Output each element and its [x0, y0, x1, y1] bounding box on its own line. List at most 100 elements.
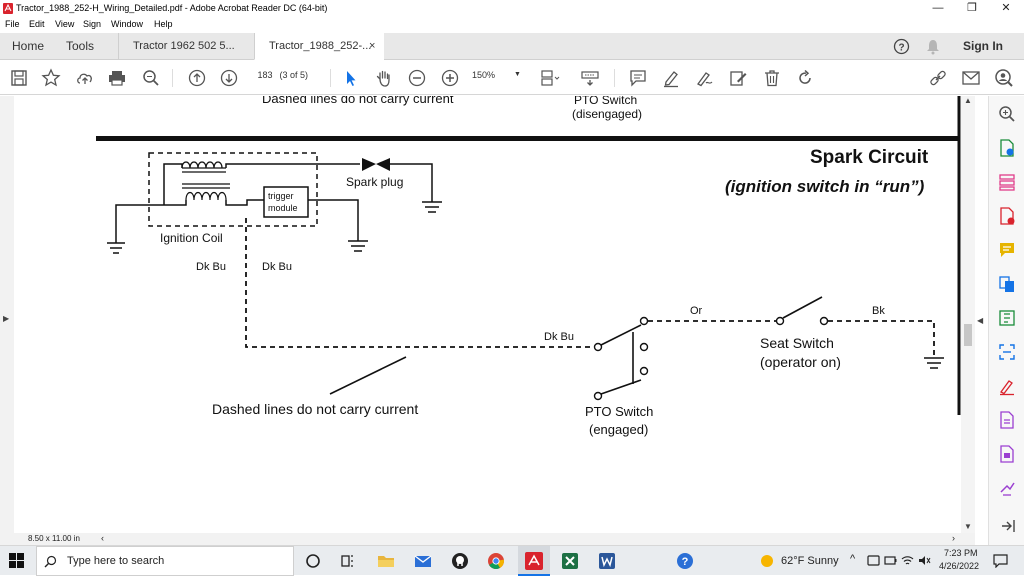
comment-tool-icon[interactable] — [997, 240, 1017, 260]
collapse-right-panel-icon[interactable]: ◀ — [977, 316, 983, 325]
menu-view[interactable]: View — [55, 19, 74, 29]
tray-chevron-up-icon[interactable]: ^ — [850, 553, 855, 565]
seat-switch-contact — [782, 296, 823, 319]
comment-icon[interactable] — [628, 68, 648, 88]
create-pdf-icon[interactable] — [997, 206, 1017, 226]
pto-switch-label: PTO Switch — [585, 404, 654, 419]
send-for-signature-icon[interactable] — [997, 444, 1017, 464]
tab-home[interactable]: Home — [12, 33, 44, 60]
previous-page-icon[interactable] — [187, 68, 207, 88]
scroll-up-icon[interactable]: ▲ — [964, 96, 972, 105]
github-icon[interactable] — [450, 551, 470, 571]
cortana-icon[interactable] — [303, 551, 323, 571]
tab-document-1[interactable]: Tractor 1962 502 5... — [118, 33, 253, 60]
hand-tool-icon[interactable] — [374, 68, 394, 88]
tab-document-2[interactable]: Tractor_1988_252-... × — [254, 33, 384, 60]
zoom-out-icon[interactable] — [407, 68, 427, 88]
ground-symbol-coil — [107, 242, 125, 254]
page-size-label: 8.50 x 11.00 in — [28, 534, 80, 543]
notifications-bell-icon[interactable] — [925, 38, 941, 55]
close-window-button[interactable]: ✕ — [986, 0, 1024, 17]
clock-time[interactable]: 7:23 PM — [944, 548, 978, 558]
share-link-icon[interactable] — [928, 68, 948, 88]
task-view-icon[interactable] — [338, 551, 358, 571]
weather-sun-icon — [761, 555, 773, 567]
windows-start-icon[interactable] — [9, 553, 24, 568]
window-title: Tractor_1988_252-H_Wiring_Detailed.pdf -… — [16, 3, 328, 13]
zoom-level-dropdown[interactable]: 150% ▼ — [472, 70, 524, 80]
page-count-label: (3 of 5) — [279, 70, 309, 80]
menu-sign[interactable]: Sign — [83, 19, 101, 29]
pto-switch-contact-lower — [600, 379, 642, 395]
weather-status[interactable]: 62°F Sunny — [781, 555, 839, 567]
toolbar: 183 (3 of 5) 150% ▼ — [0, 60, 1024, 95]
right-tools-panel — [988, 96, 1024, 545]
more-tools-icon[interactable] — [997, 478, 1017, 498]
email-icon[interactable] — [961, 68, 981, 88]
zoom-tool-icon[interactable] — [997, 104, 1017, 124]
left-panel-toggle[interactable]: ▶ — [0, 96, 14, 533]
coil-secondary-winding — [185, 191, 227, 201]
chrome-icon[interactable] — [486, 551, 506, 571]
protect-icon[interactable] — [997, 410, 1017, 430]
organize-pages-icon[interactable] — [997, 172, 1017, 192]
tab-tools[interactable]: Tools — [66, 33, 94, 60]
scroll-left-icon[interactable]: ‹ — [101, 533, 104, 543]
tab-close-icon[interactable]: × — [369, 33, 375, 60]
wire-label-dk-bu-bottom: Dk Bu — [544, 331, 574, 343]
bookmark-star-icon[interactable] — [41, 68, 61, 88]
delete-trash-icon[interactable] — [762, 68, 782, 88]
page-display-icon[interactable] — [540, 68, 560, 88]
highlight-pen-icon[interactable] — [661, 68, 681, 88]
volume-icon[interactable] — [918, 554, 931, 567]
help-app-icon[interactable]: ? — [675, 551, 695, 571]
fill-sign-tool-icon[interactable] — [997, 376, 1017, 396]
export-pdf-icon[interactable] — [997, 138, 1017, 158]
next-page-icon[interactable] — [219, 68, 239, 88]
file-explorer-icon[interactable] — [376, 551, 396, 571]
bottom-dashed-note: Dashed lines do not carry current — [212, 401, 419, 417]
taskbar-search-placeholder: Type here to search — [67, 555, 165, 567]
scroll-right-icon[interactable]: › — [952, 533, 955, 543]
sign-in-button[interactable]: Sign In — [963, 33, 1003, 60]
account-search-icon[interactable] — [994, 68, 1014, 88]
scroll-thumb[interactable] — [964, 324, 972, 346]
wifi-icon[interactable] — [901, 554, 914, 567]
select-cursor-icon[interactable] — [341, 68, 361, 88]
ground-symbol-seat — [924, 357, 944, 369]
taskbar-acrobat-active[interactable] — [518, 546, 550, 576]
excel-icon[interactable] — [560, 551, 580, 571]
menu-help[interactable]: Help — [154, 19, 173, 29]
vertical-scrollbar[interactable]: ▲ ▼ — [961, 96, 975, 533]
keyboard-scroll-icon[interactable] — [580, 68, 600, 88]
rotate-icon[interactable] — [795, 68, 815, 88]
collapse-tools-icon[interactable] — [997, 516, 1017, 536]
save-icon[interactable] — [9, 68, 29, 88]
page-number-input[interactable]: 183 — [253, 70, 277, 80]
title-bar: Tractor_1988_252-H_Wiring_Detailed.pdf -… — [0, 0, 1024, 17]
document-view[interactable]: Dashed lines do not carry current PTO Sw… — [0, 96, 975, 533]
scroll-down-icon[interactable]: ▼ — [964, 522, 972, 531]
pto-switch-contact-upper — [600, 324, 642, 346]
taskbar-search-box[interactable]: Type here to search — [36, 546, 294, 576]
menu-file[interactable]: File — [5, 19, 20, 29]
upload-cloud-icon[interactable] — [75, 68, 95, 88]
menu-window[interactable]: Window — [111, 19, 143, 29]
zoom-search-icon[interactable] — [141, 68, 161, 88]
battery-icon[interactable] — [884, 554, 897, 567]
scan-ocr-icon[interactable] — [997, 342, 1017, 362]
print-icon[interactable] — [107, 68, 127, 88]
menu-edit[interactable]: Edit — [29, 19, 45, 29]
edit-pdf-icon[interactable] — [997, 308, 1017, 328]
draw-tool-icon[interactable] — [694, 68, 714, 88]
fill-sign-icon[interactable] — [728, 68, 748, 88]
word-icon[interactable] — [597, 551, 617, 571]
tray-app-icon[interactable] — [867, 554, 880, 567]
zoom-in-icon[interactable] — [440, 68, 460, 88]
help-icon[interactable]: ? — [893, 38, 910, 55]
trigger-module-label-line2: module — [268, 203, 298, 213]
combine-files-icon[interactable] — [997, 274, 1017, 294]
notification-center-icon[interactable] — [993, 554, 1008, 568]
mail-icon[interactable] — [413, 551, 433, 571]
clock-date[interactable]: 4/26/2022 — [939, 561, 979, 571]
